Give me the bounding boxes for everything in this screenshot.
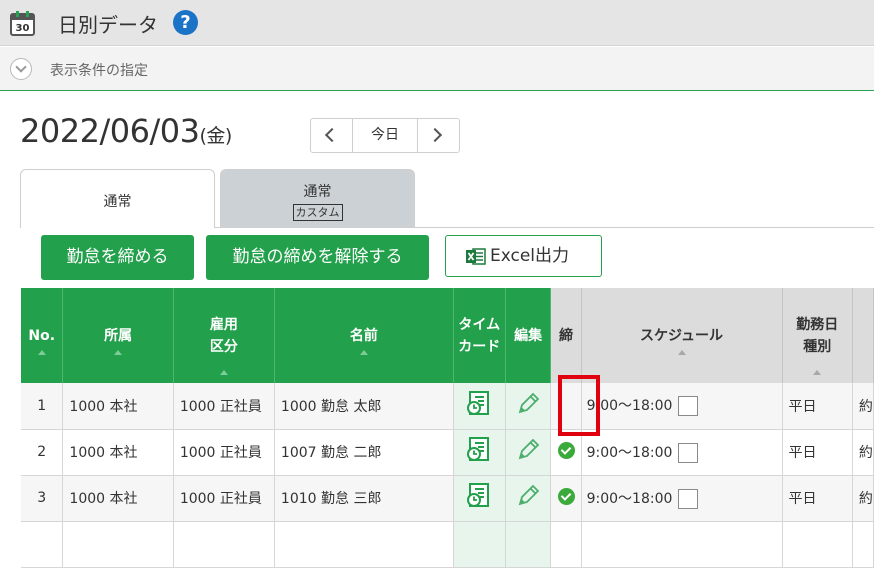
- top-bar: 30 日別データ ?: [0, 0, 874, 46]
- chevron-right-icon: [427, 127, 443, 143]
- cell-day-type: 平日: [782, 383, 853, 430]
- timecard-icon[interactable]: [466, 390, 492, 418]
- col-header-dept[interactable]: 所属: [62, 288, 174, 383]
- chevron-down-icon[interactable]: [10, 58, 32, 80]
- svg-text:30: 30: [16, 23, 30, 34]
- schedule-text: 9:00～18:00: [586, 444, 673, 461]
- cell-emp-type: 1000 正社員: [173, 475, 275, 522]
- col-header-edit: 編集: [505, 288, 552, 383]
- col-header-emp-type[interactable]: 雇用 区分: [173, 288, 275, 383]
- sort-icon[interactable]: [37, 350, 46, 355]
- today-button[interactable]: 今日: [352, 119, 418, 152]
- col-header-no[interactable]: No.: [21, 288, 64, 383]
- cell-no: 3: [21, 475, 64, 522]
- cell-dept: 1000 本社: [62, 383, 174, 430]
- sort-icon[interactable]: [813, 370, 822, 375]
- cell-schedule: 9:00～18:00: [581, 429, 783, 476]
- schedule-checkbox[interactable]: [678, 488, 699, 509]
- cell-emp-type: 1000 正社員: [173, 383, 275, 430]
- table-row: 2 1000 本社 1000 正社員 1007 勤怠 二郎 9:00～18:00…: [21, 429, 874, 476]
- excel-export-label: Excel出力: [490, 246, 570, 266]
- cell-timecard[interactable]: [453, 475, 506, 522]
- check-circle-icon: [557, 441, 575, 459]
- excel-icon: [466, 248, 486, 265]
- check-circle-icon: [557, 487, 575, 505]
- col-header-more: [852, 288, 874, 383]
- cell-emp-type: 1000 正社員: [173, 429, 275, 476]
- cell-more: 約: [852, 429, 874, 476]
- weekday: (金): [199, 125, 232, 147]
- cell-name: 1007 勤怠 二郎: [274, 429, 454, 476]
- tab-custom-badge: カスタム: [292, 204, 343, 221]
- highlight-annotation-box: [558, 375, 600, 436]
- current-date: 2022/06/03(金): [20, 112, 232, 150]
- col-header-timecard: タイム カード: [453, 288, 506, 383]
- cell-day-type: 平日: [782, 429, 853, 476]
- tab-normal[interactable]: 通常: [20, 169, 215, 228]
- timecard-icon[interactable]: [466, 482, 492, 510]
- date-navigation: 今日: [310, 118, 460, 153]
- tab-normal-custom[interactable]: 通常 カスタム: [220, 169, 415, 227]
- schedule-checkbox[interactable]: [678, 396, 699, 417]
- cell-dept: 1000 本社: [62, 429, 174, 476]
- help-icon[interactable]: ?: [173, 10, 198, 35]
- cell-timecard[interactable]: [453, 383, 506, 430]
- table-row: 1 1000 本社 1000 正社員 1000 勤怠 太郎 9:00～18:00…: [21, 383, 874, 430]
- cell-timecard[interactable]: [453, 429, 506, 476]
- table-row: 3 1000 本社 1000 正社員 1010 勤怠 三郎 9:00～18:00…: [21, 475, 874, 522]
- sort-icon[interactable]: [219, 370, 228, 375]
- prev-day-button[interactable]: [311, 119, 352, 152]
- unclose-attendance-button[interactable]: 勤怠の締めを解除する: [206, 235, 429, 280]
- timecard-icon[interactable]: [466, 436, 492, 464]
- cell-schedule: 9:00～18:00: [581, 475, 783, 522]
- table-row: [21, 521, 874, 568]
- col-header-schedule[interactable]: スケジュール: [581, 288, 783, 383]
- date-value: 2022/06/03: [20, 112, 200, 150]
- table-header-row: No. 所属 雇用 区分 名前 タイム カード 編集 締 スケジュール 勤務日 種別: [21, 288, 874, 383]
- col-header-close: 締: [550, 288, 582, 383]
- sort-icon[interactable]: [359, 350, 368, 355]
- attendance-table: No. 所属 雇用 区分 名前 タイム カード 編集 締 スケジュール 勤務日 種別 …: [21, 288, 874, 568]
- schedule-checkbox[interactable]: [678, 442, 699, 463]
- cell-edit[interactable]: [505, 383, 552, 430]
- excel-export-button[interactable]: Excel出力: [445, 235, 602, 277]
- cell-dept: 1000 本社: [62, 475, 174, 522]
- page-title: 日別データ: [58, 13, 158, 37]
- cell-more: 約: [852, 383, 874, 430]
- calendar-icon: 30: [10, 11, 35, 36]
- cell-close-status[interactable]: [550, 475, 582, 522]
- sort-icon[interactable]: [677, 350, 686, 355]
- schedule-text: 9:00～18:00: [586, 490, 673, 507]
- cell-edit[interactable]: [505, 475, 552, 522]
- cell-name: 1000 勤怠 太郎: [274, 383, 454, 430]
- display-conditions-bar[interactable]: 表示条件の指定: [0, 47, 874, 91]
- pencil-icon[interactable]: [515, 437, 541, 463]
- cell-schedule: 9:00～18:00: [581, 383, 783, 430]
- cell-edit[interactable]: [505, 429, 552, 476]
- sort-icon[interactable]: [114, 350, 123, 355]
- display-conditions-label[interactable]: 表示条件の指定: [50, 60, 148, 80]
- cell-no: 2: [21, 429, 64, 476]
- cell-name: 1010 勤怠 三郎: [274, 475, 454, 522]
- tab-normal-label: 通常: [103, 194, 132, 210]
- col-header-name[interactable]: 名前: [274, 288, 454, 383]
- cell-day-type: 平日: [782, 475, 853, 522]
- cell-no: 1: [21, 383, 64, 430]
- pencil-icon[interactable]: [515, 391, 541, 417]
- close-attendance-button[interactable]: 勤怠を締める: [41, 235, 194, 280]
- chevron-left-icon: [324, 127, 340, 143]
- col-header-day-type[interactable]: 勤務日 種別: [782, 288, 853, 383]
- next-day-button[interactable]: [418, 119, 459, 152]
- pencil-icon[interactable]: [515, 483, 541, 509]
- cell-more: 約: [852, 475, 874, 522]
- tab-custom-label: 通常: [303, 184, 332, 200]
